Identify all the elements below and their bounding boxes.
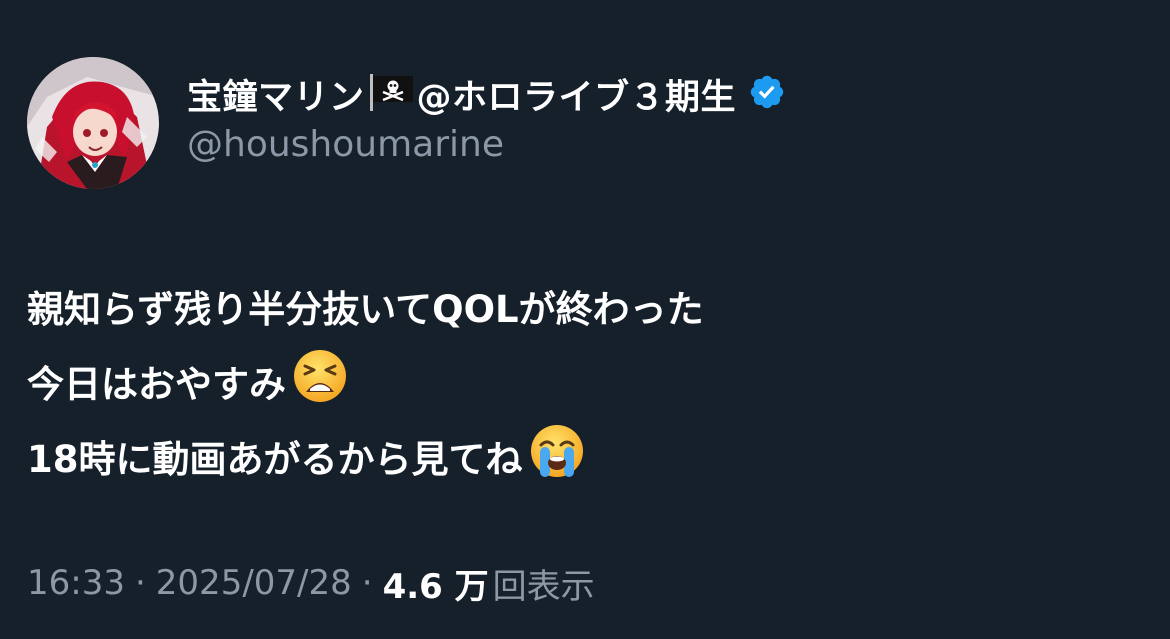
- verified-badge-icon[interactable]: [748, 73, 786, 115]
- avatar[interactable]: [27, 57, 159, 189]
- pirate-flag-icon: [367, 72, 415, 116]
- author-display-name[interactable]: 宝鐘マリン: [187, 69, 365, 120]
- tired-face-emoji-icon: [292, 348, 348, 413]
- tweet-card: 宝鐘マリン @ホロライブ３期生 @houshoumarine 親知らず残り半分抜…: [0, 0, 1170, 639]
- tweet-line: 18時に動画あがるから見てね: [27, 418, 1127, 493]
- tweet-line: 親知らず残り半分抜いてQOLが終わった: [27, 268, 1127, 343]
- loudly-crying-face-emoji-icon: [529, 423, 585, 488]
- tweet-time[interactable]: 16:33: [27, 563, 125, 603]
- views-count[interactable]: 4.6 万: [383, 559, 489, 608]
- author-name-row[interactable]: 宝鐘マリン @ホロライブ３期生: [187, 66, 786, 122]
- views-label[interactable]: 回表示: [493, 559, 595, 608]
- tweet-date[interactable]: 2025/07/28: [156, 563, 352, 603]
- tweet-text: 親知らず残り半分抜いてQOLが終わった 今日はおやすみ 18時に動画あがるから見…: [27, 268, 1127, 493]
- meta-separator: ·: [361, 563, 373, 603]
- tweet-line-text: 今日はおやすみ: [27, 362, 286, 406]
- tweet-line: 今日はおやすみ: [27, 343, 1127, 418]
- author-handle[interactable]: @houshoumarine: [187, 124, 504, 165]
- tweet-line-text: 18時に動画あがるから見てね: [27, 437, 523, 481]
- author-name-suffix[interactable]: @ホロライブ３期生: [417, 69, 737, 120]
- tweet-meta: 16:33 · 2025/07/28 · 4.6 万 回表示: [27, 558, 595, 608]
- meta-separator: ·: [134, 563, 146, 603]
- tweet-line-text: 親知らず残り半分抜いてQOLが終わった: [27, 287, 704, 331]
